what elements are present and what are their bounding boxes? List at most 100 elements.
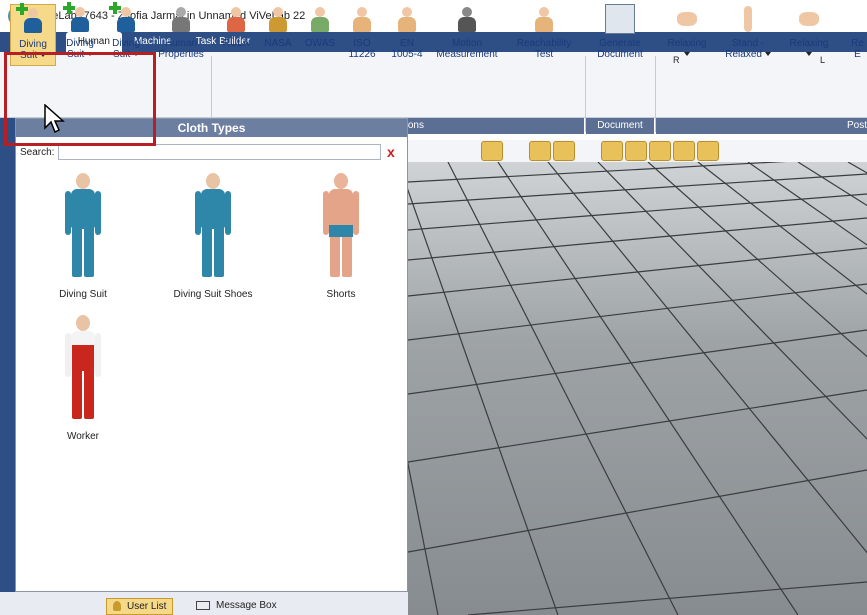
- view-eye-icon[interactable]: [697, 141, 719, 161]
- generate-document-button[interactable]: Generate Document: [590, 4, 650, 66]
- measure-icon[interactable]: [457, 141, 479, 161]
- diving-suit-icon: [109, 2, 141, 34]
- iso-icon: [347, 4, 377, 34]
- ribbon-icon: [848, 4, 867, 34]
- ribbon-label: Generate: [599, 38, 641, 49]
- ribbon-label: Reachability: [516, 38, 572, 49]
- worker-figure: [63, 315, 103, 425]
- relaxing-left-button[interactable]: Relaxing: [784, 4, 834, 66]
- owas-icon: [305, 4, 335, 34]
- motion-measurement-icon: [452, 4, 482, 34]
- orbit-icon[interactable]: [409, 141, 431, 161]
- ribbon-label: Motion: [451, 38, 482, 49]
- ribbon-label: RULA: [222, 38, 250, 49]
- diving-suit-shoes-figure: [193, 173, 233, 283]
- user-list-button[interactable]: User List: [106, 598, 174, 615]
- reachability-test-button[interactable]: Reachability Test: [508, 4, 580, 66]
- message-box-label: Message Box: [216, 600, 277, 611]
- pin-icon[interactable]: [577, 141, 599, 161]
- human-properties-icon: [166, 4, 196, 34]
- view-eye-icon[interactable]: [601, 141, 623, 161]
- ribbon-label: Test: [534, 49, 554, 60]
- ribbon-label: Measurement: [436, 49, 498, 60]
- diving-suit-figure: [63, 173, 103, 283]
- floor-grid: [408, 162, 867, 615]
- iso-11226-button[interactable]: ISO 11226: [342, 4, 382, 66]
- view-eye-icon[interactable]: [529, 141, 551, 161]
- ribbon-label: Relaxed: [720, 49, 776, 60]
- diving-suit-icon: [16, 3, 48, 35]
- relaxing-right-button[interactable]: Relaxing: [662, 4, 712, 66]
- stand-relaxed-icon: [733, 4, 763, 34]
- cloth-types-panel: Cloth Types Search: x Diving Suit Diving…: [15, 118, 408, 592]
- search-label: Search:: [20, 146, 55, 158]
- document-icon: [605, 4, 635, 34]
- user-list-icon: [113, 601, 121, 612]
- view-toolbar: [405, 140, 867, 162]
- ribbon-label: Diving: [66, 38, 94, 49]
- nasa-button[interactable]: NASA: [258, 4, 298, 66]
- view-eye-icon[interactable]: [649, 141, 671, 161]
- mouse-cursor-icon: [44, 104, 65, 134]
- ribbon-label: Re: [851, 38, 864, 49]
- human-properties-button[interactable]: Human Properties: [155, 4, 207, 66]
- cloth-item-diving-suit-shoes[interactable]: Diving Suit Shoes: [158, 173, 268, 300]
- ribbon-label: NASA: [264, 38, 292, 49]
- dropdown-arrow-icon: [684, 52, 690, 57]
- owas-button[interactable]: OWAS: [300, 4, 340, 66]
- rula-button[interactable]: RULA: [216, 4, 256, 66]
- message-box-icon: [196, 600, 210, 610]
- group-label-posture: Post: [656, 118, 867, 134]
- ribbon-label: 11226: [348, 49, 376, 60]
- shorts-figure: [321, 173, 361, 283]
- cloth-item-label: Diving Suit Shoes: [173, 289, 253, 300]
- clear-search-icon[interactable]: x: [387, 145, 395, 159]
- cloth-item-diving-suit[interactable]: Diving Suit: [28, 173, 138, 300]
- dropdown-arrow-icon: [764, 52, 771, 57]
- ribbon-label: Human: [164, 38, 198, 49]
- cloth-item-label: Diving Suit: [59, 289, 107, 300]
- ribbon-label: 1005-4: [391, 49, 423, 60]
- search-input[interactable]: [58, 144, 381, 160]
- ribbon-label: OWAS: [304, 38, 336, 49]
- left-dock-edge: [0, 118, 15, 592]
- highlight-box: [4, 52, 156, 146]
- cloth-item-worker[interactable]: Worker: [28, 315, 138, 442]
- nasa-icon: [263, 4, 293, 34]
- en-icon: [392, 4, 422, 34]
- ribbon-label: Properties: [158, 49, 204, 60]
- message-box-button[interactable]: Message Box: [190, 598, 283, 615]
- cloth-item-shorts[interactable]: Shorts: [286, 173, 396, 300]
- ribbon-label: E: [854, 49, 861, 60]
- ribbon-label: Stand -: [731, 38, 765, 49]
- ribbon-label: Diving: [112, 38, 140, 49]
- motion-measurement-button[interactable]: Motion Measurement: [432, 4, 502, 66]
- stand-relaxed-button[interactable]: Stand - Relaxed: [720, 4, 776, 66]
- ribbon-label: ISO: [353, 38, 371, 49]
- diving-suit-icon: [63, 2, 95, 34]
- truncated-ribbon-button[interactable]: Re E: [848, 4, 867, 66]
- ribbon-label: [784, 49, 834, 60]
- ribbon-label: Diving: [19, 39, 47, 50]
- rula-icon: [221, 4, 251, 34]
- 3d-viewport[interactable]: [408, 162, 867, 615]
- view-eye-icon[interactable]: [625, 141, 647, 161]
- view-eye-icon[interactable]: [481, 141, 503, 161]
- ribbon-label: EN: [400, 38, 414, 49]
- view-cone-icon[interactable]: [505, 141, 527, 161]
- ribbon-label: Document: [597, 49, 643, 60]
- ribbon-label: Relaxing: [667, 38, 707, 49]
- hand-icon: [794, 4, 824, 34]
- select-icon[interactable]: [433, 141, 455, 161]
- hand-icon: [672, 4, 702, 34]
- cloth-item-label: Worker: [66, 431, 100, 442]
- view-eye-icon[interactable]: [673, 141, 695, 161]
- view-eye-icon[interactable]: [553, 141, 575, 161]
- reachability-icon: [529, 4, 559, 34]
- dropdown-arrow-icon: [806, 52, 812, 57]
- group-label-document: Document: [586, 118, 654, 134]
- user-list-label: User List: [127, 601, 167, 612]
- en-1005-4-button[interactable]: EN 1005-4: [386, 4, 428, 66]
- ribbon-label: [662, 49, 712, 60]
- cloth-item-label: Shorts: [326, 289, 356, 300]
